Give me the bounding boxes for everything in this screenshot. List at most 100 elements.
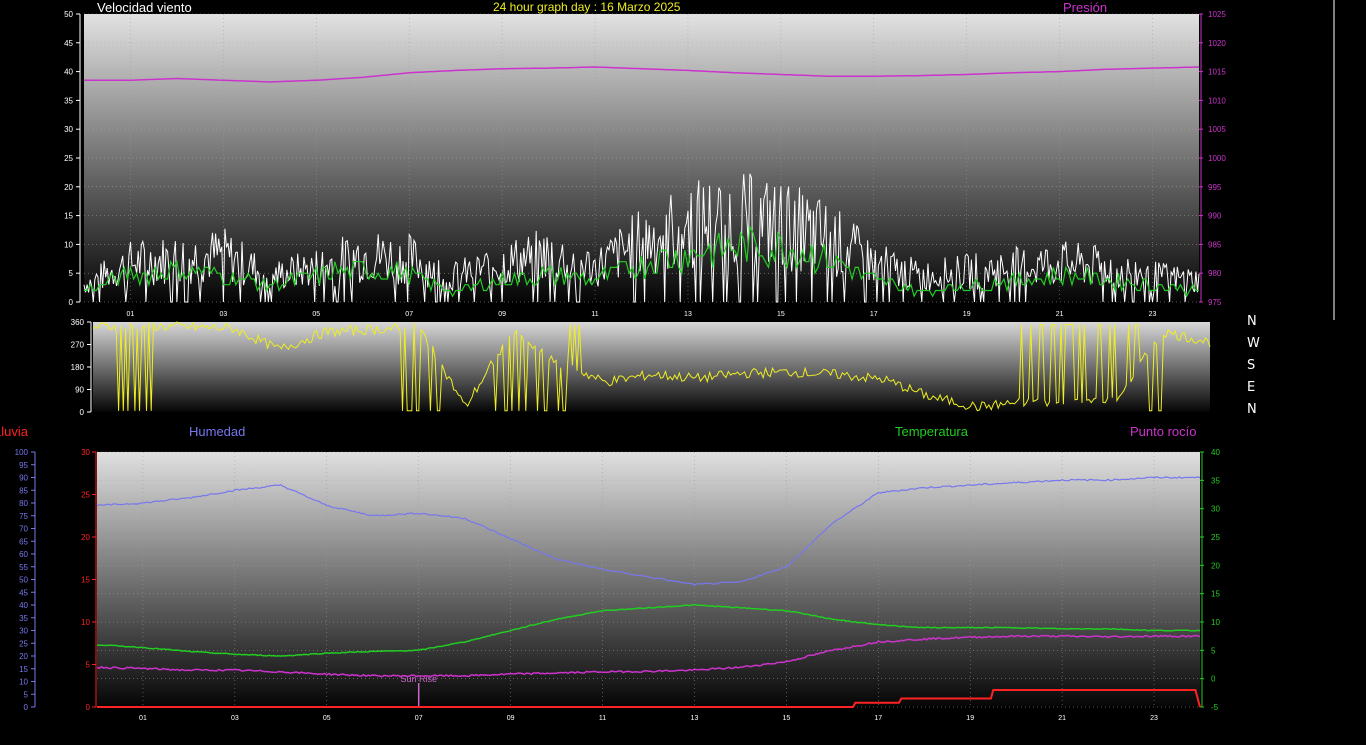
wind-y-tick: 45 [64, 39, 73, 48]
wind-x-tick: 23 [1149, 311, 1157, 318]
temperature-y-tick: 40 [1211, 448, 1220, 457]
wind-y-tick: 15 [64, 212, 73, 221]
humidity-y-tick: 40 [19, 601, 28, 610]
graph-title: 24 hour graph day : 16 Marzo 2025 [493, 0, 681, 14]
compass-w: W [1247, 336, 1260, 351]
humidity-y-tick: 50 [19, 576, 28, 585]
pressure-y-tick: 1000 [1208, 154, 1226, 163]
wind-x-tick: 21 [1056, 311, 1064, 318]
temp-x-tick: 03 [231, 715, 239, 722]
pressure-title: Presión [1063, 0, 1108, 15]
wind-y-tick: 10 [64, 240, 73, 249]
temp-x-tick: 23 [1150, 715, 1158, 722]
temp-x-tick: 07 [415, 715, 423, 722]
temp-x-tick: 05 [323, 715, 331, 722]
humidity-y-tick: 0 [24, 703, 29, 712]
pressure-y-tick: 1005 [1208, 125, 1226, 134]
humidity-y-tick: 55 [19, 563, 28, 572]
wind-y-tick: 50 [64, 10, 73, 19]
humidity-y-tick: 5 [24, 690, 29, 699]
pressure-y-tick: 1015 [1208, 68, 1226, 77]
compass-s: S [1247, 358, 1256, 373]
humidity-label: Humedad [189, 424, 246, 439]
wind-y-tick: 30 [64, 125, 73, 134]
temp-x-tick: 15 [782, 715, 790, 722]
direction-y-tick: 90 [75, 386, 84, 395]
temperature-y-tick: 15 [1211, 590, 1220, 599]
pressure-y-tick: 985 [1208, 240, 1222, 249]
wind-x-tick: 17 [870, 311, 878, 318]
humidity-y-tick: 10 [19, 678, 28, 687]
pressure-y-tick: 990 [1208, 212, 1222, 221]
humidity-y-tick: 15 [19, 665, 28, 674]
direction-y-tick: 270 [71, 341, 85, 350]
humidity-y-tick: 25 [19, 639, 28, 648]
temp-x-tick: 01 [139, 715, 147, 722]
rain-label: Lluvia [0, 424, 28, 439]
pressure-y-tick: 1020 [1208, 39, 1226, 48]
humidity-y-tick: 65 [19, 537, 28, 546]
humidity-y-tick: 85 [19, 486, 28, 495]
pressure-y-tick: 995 [1208, 183, 1222, 192]
temperature-y-tick: 0 [1211, 675, 1216, 684]
wind-pressure-chart: 5045403530252015105010251020101510101005… [64, 0, 1335, 320]
rain-y-tick: 15 [81, 576, 90, 585]
wind-title: Velocidad viento [97, 0, 192, 15]
temperature-y-tick: 35 [1211, 476, 1220, 485]
compass-n-top: N [1247, 314, 1257, 329]
temperature-y-tick: -5 [1211, 703, 1219, 712]
humidity-y-tick: 70 [19, 525, 28, 534]
wind-x-tick: 09 [498, 311, 506, 318]
wind-x-tick: 03 [219, 311, 227, 318]
wind-y-tick: 0 [69, 298, 74, 307]
wind-direction-chart: 360 270 180 90 0 [71, 318, 1211, 417]
temperature-y-tick: 25 [1211, 533, 1220, 542]
wind-x-tick: 05 [312, 311, 320, 318]
humidity-y-tick: 75 [19, 512, 28, 521]
humidity-y-tick: 20 [19, 652, 28, 661]
temp-x-tick: 17 [874, 715, 882, 722]
temperature-label: Temperatura [895, 424, 968, 439]
rain-y-tick: 20 [81, 533, 90, 542]
temperature-y-tick: 5 [1211, 646, 1216, 655]
wind-y-tick: 35 [64, 96, 73, 105]
direction-y-tick: 360 [71, 318, 85, 327]
rain-y-tick: 10 [81, 618, 90, 627]
weather-graph: 50 45 40 35 30 25 20 15 10 5 0 1025 1020 1015 1010 1005… [0, 0, 1366, 745]
humidity-y-tick: 60 [19, 550, 28, 559]
dewpoint-label: Punto rocío [1130, 424, 1197, 439]
compass-n-bottom: N [1247, 402, 1257, 417]
humidity-y-tick: 80 [19, 499, 28, 508]
temp-x-tick: 13 [691, 715, 699, 722]
temperature-y-tick: 10 [1211, 618, 1220, 627]
wind-x-tick: 19 [963, 311, 971, 318]
temp-x-tick: 09 [507, 715, 515, 722]
humidity-y-tick: 100 [15, 448, 29, 457]
pressure-y-tick: 1010 [1208, 96, 1226, 105]
temperature-y-tick: 30 [1211, 505, 1220, 514]
humidity-y-tick: 90 [19, 474, 28, 483]
temp-x-tick: 21 [1058, 715, 1066, 722]
humidity-y-tick: 30 [19, 627, 28, 636]
temperature-plot-area [97, 452, 1200, 707]
wind-y-tick: 5 [69, 269, 74, 278]
humidity-y-tick: 35 [19, 614, 28, 623]
compass-e: E [1247, 380, 1256, 395]
wind-y-tick: 25 [64, 154, 73, 163]
rain-y-tick: 5 [86, 661, 91, 670]
pressure-y-tick: 980 [1208, 269, 1222, 278]
rain-y-tick: 30 [81, 448, 90, 457]
pressure-y-tick: 1025 [1208, 10, 1226, 19]
wind-x-tick: 01 [127, 311, 135, 318]
rain-y-tick: 25 [81, 491, 90, 500]
wind-y-tick: 20 [64, 183, 73, 192]
direction-y-tick: 180 [71, 363, 85, 372]
pressure-y-tick: 975 [1208, 298, 1222, 307]
wind-x-tick: 07 [405, 311, 413, 318]
temperature-y-tick: 20 [1211, 561, 1220, 570]
temp-x-tick: 11 [599, 715, 606, 722]
temp-humidity-chart: 4035302520151050-53025201510501009590858… [15, 448, 1221, 722]
temp-x-tick: 19 [966, 715, 974, 722]
humidity-y-tick: 95 [19, 461, 28, 470]
wind-x-tick: 15 [777, 311, 785, 318]
